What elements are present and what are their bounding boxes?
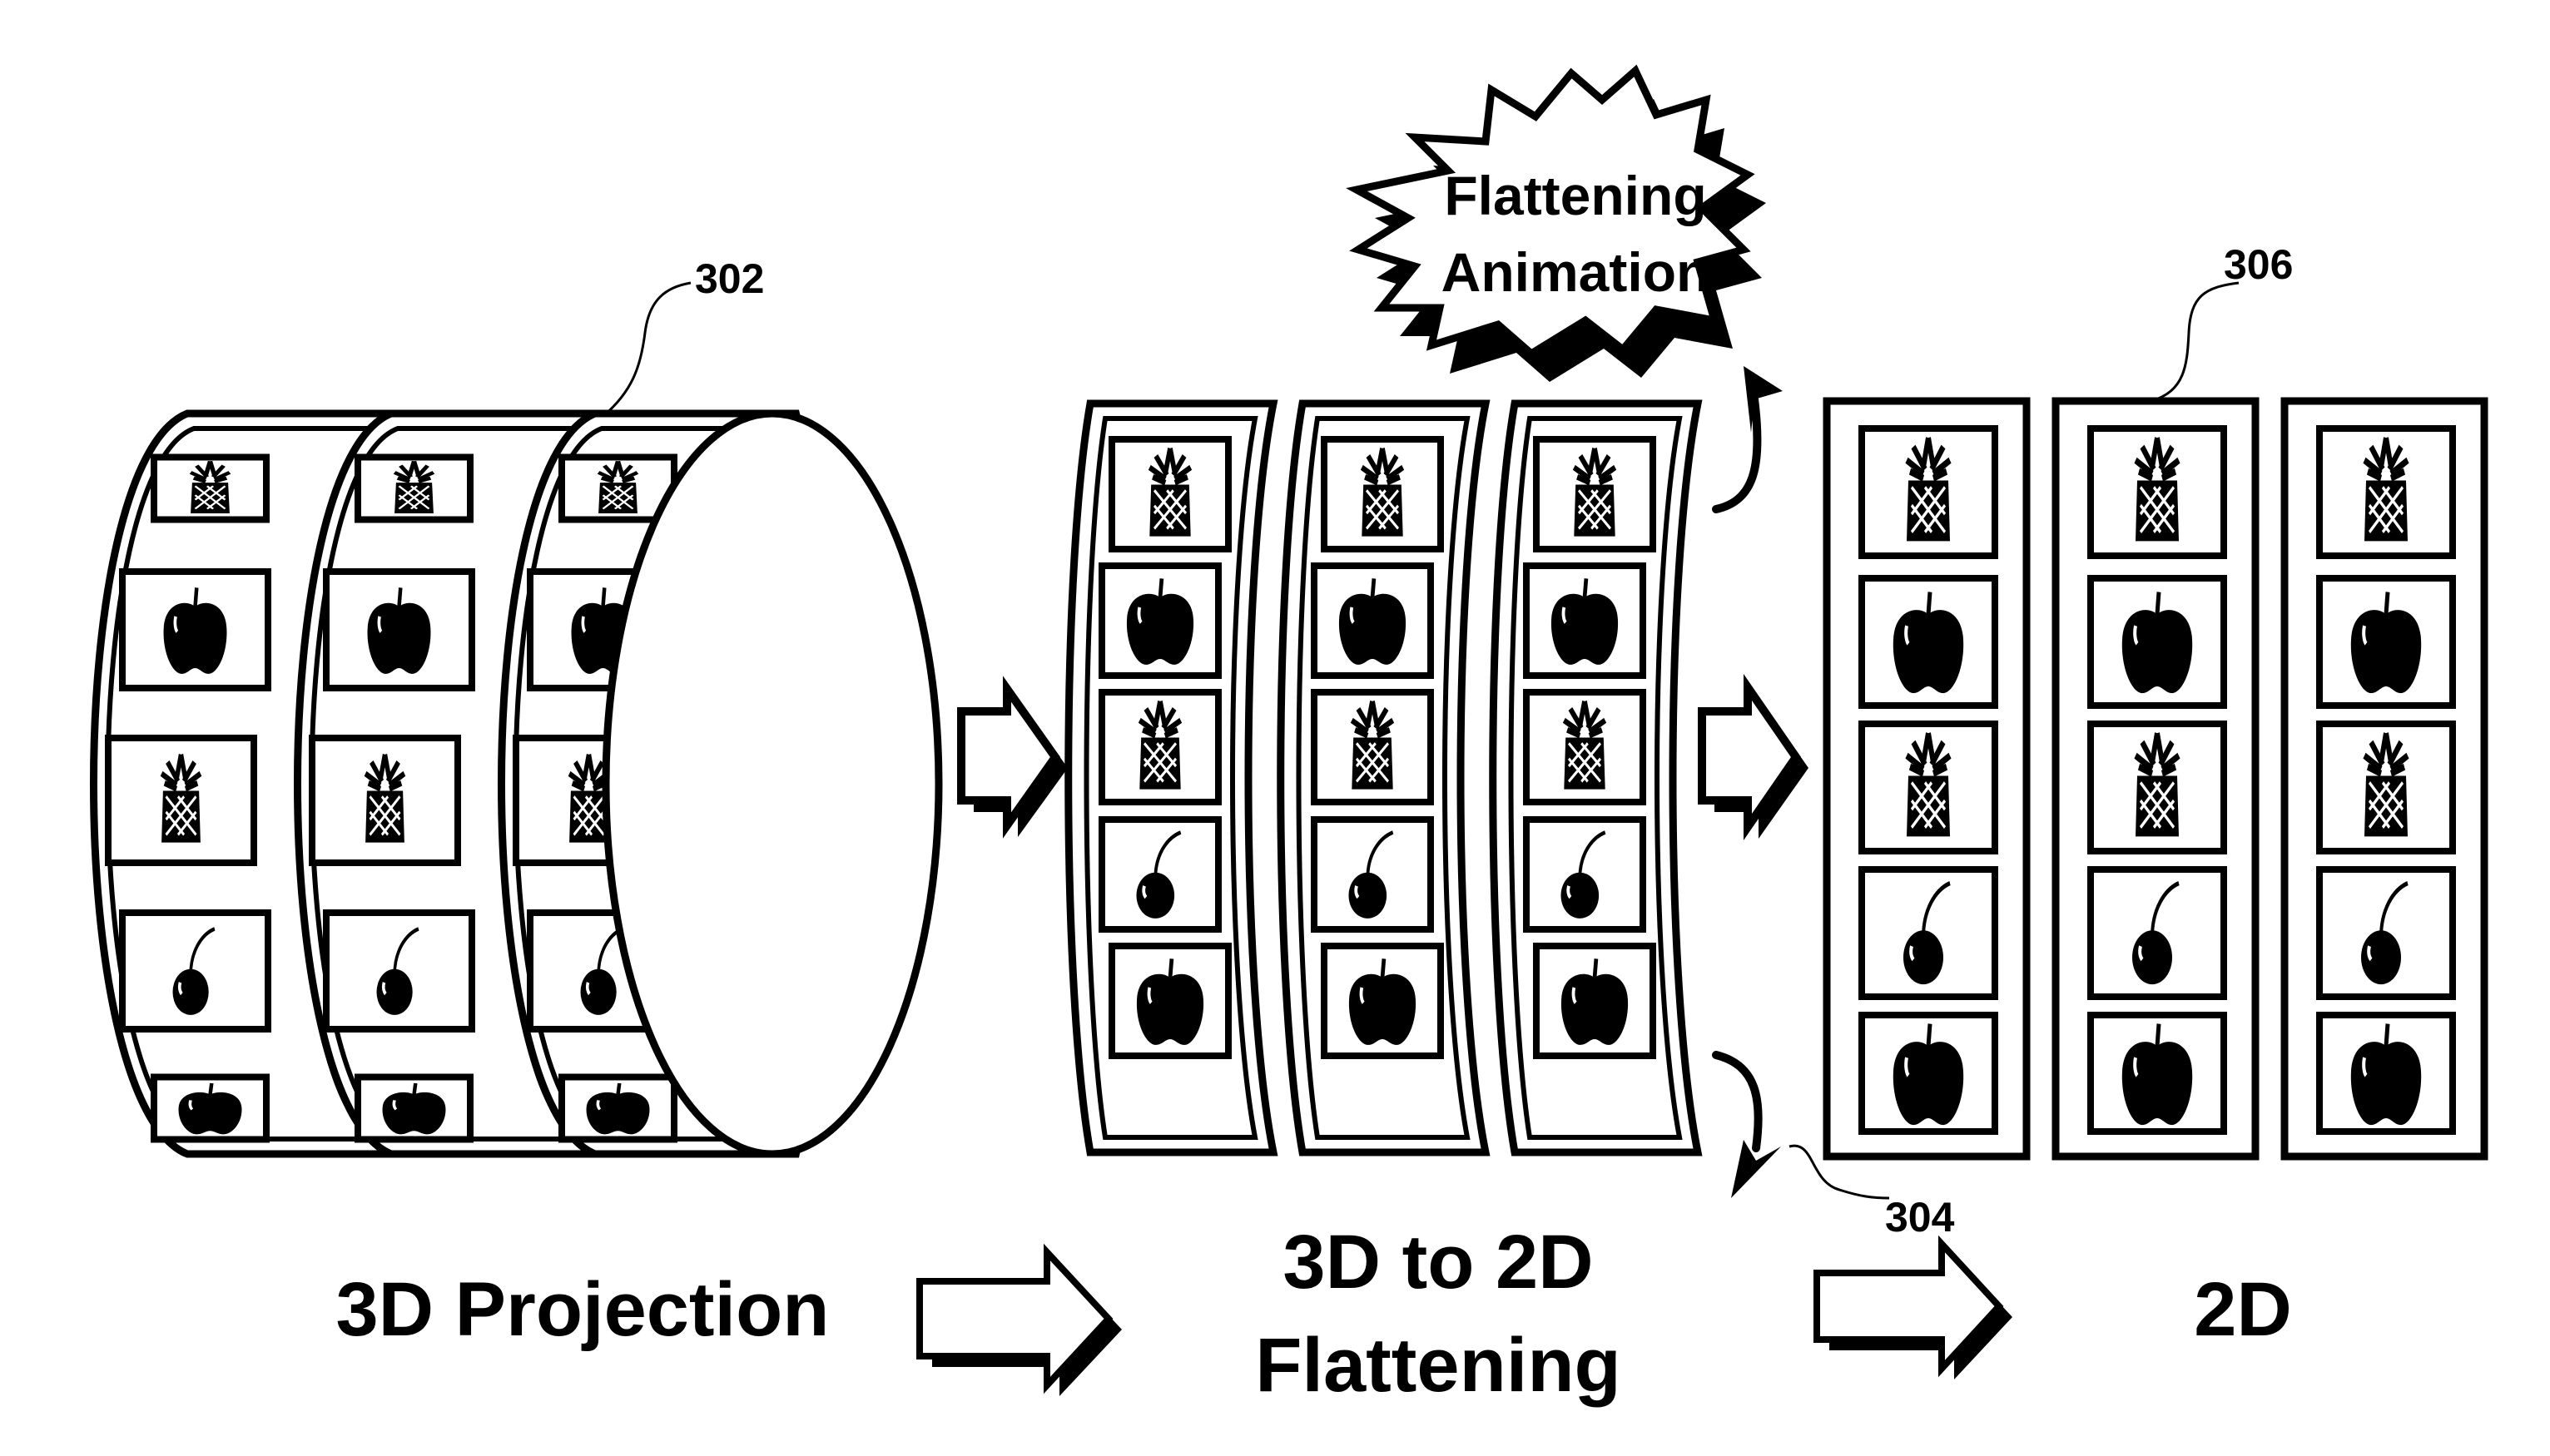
reel-front-face [602,409,943,1158]
reels-flattening [1064,399,1703,1156]
arrow-label-1 [916,1243,1122,1396]
stage-label-flattening-line1: 3D to 2D [1282,1220,1593,1305]
ref-label-306: 306 [2224,241,2293,288]
reel-2d [1823,397,2031,1161]
arrow-label-2 [1813,1235,2012,1379]
stage-label-3d-projection: 3D Projection [335,1267,829,1352]
flattening-animation-callout: Flattening Animation [1346,64,1766,382]
reel-flattening [1277,399,1491,1156]
curved-arrow-bottom [1712,1051,1781,1198]
callout-text-line2: Animation [1441,241,1710,303]
reel-2d [2051,397,2260,1161]
leader-line-306 [2151,281,2240,403]
stage-label-2d: 2D [2194,1267,2292,1352]
reference-302: 302 [603,255,764,418]
arrow-flattening-to-2d [1698,673,1808,841]
ref-label-302: 302 [695,255,764,302]
curved-arrow-top [1712,366,1783,513]
stage-label-flattening-line2: Flattening [1255,1323,1621,1408]
reels-2d [1823,397,2488,1161]
ref-label-304: 304 [1885,1194,1955,1241]
flattening-diagram: 302 Flattening Animation 304 306 3D Proj… [90,64,2488,1408]
reel-flattening [1064,399,1278,1156]
reel-2d [2280,397,2488,1161]
arrow-projection-to-flattening [957,676,1068,839]
leader-line-302 [603,281,692,418]
reference-306: 306 [2151,241,2293,403]
reels-3d-projection [90,409,943,1158]
reel-flattening [1489,399,1703,1156]
callout-text-line1: Flattening [1444,165,1706,226]
